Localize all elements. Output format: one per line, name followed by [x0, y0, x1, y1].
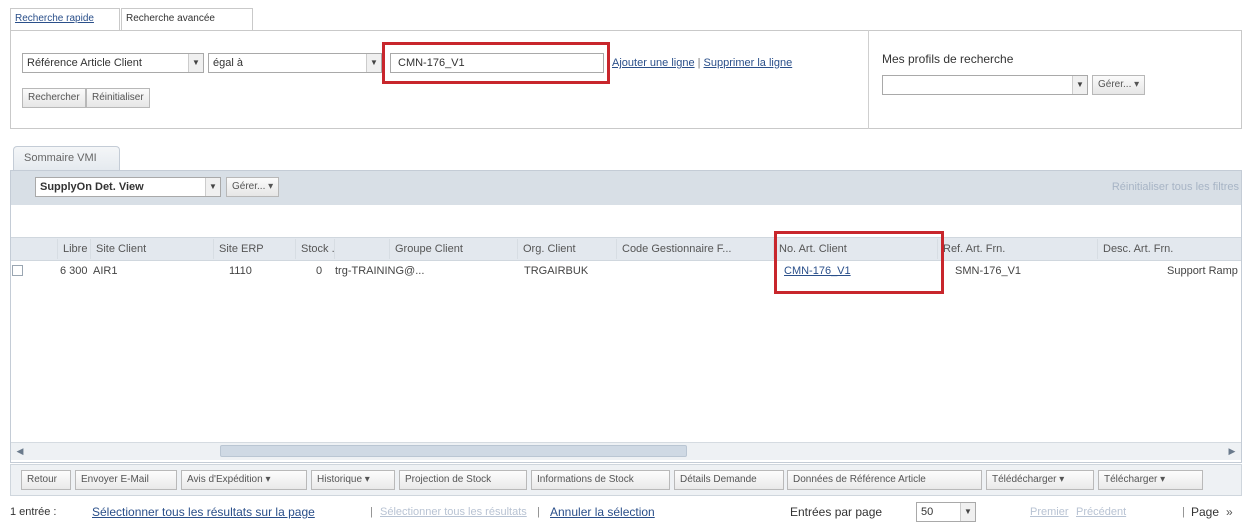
- cancel-selection-link[interactable]: Annuler la sélection: [550, 499, 655, 525]
- separator: |: [537, 506, 540, 518]
- footer-bar: 1 entrée : Sélectionner tous les résulta…: [10, 499, 1242, 525]
- download-button[interactable]: Télédécharger ▾: [986, 470, 1094, 490]
- stock-projection-button[interactable]: Projection de Stock: [399, 470, 527, 490]
- per-page-value: 50: [921, 506, 934, 518]
- view-manage-button[interactable]: Gérer... ▾: [226, 177, 280, 197]
- send-email-label: Envoyer E-Mail: [81, 474, 149, 485]
- view-manage-label: Gérer...: [232, 181, 266, 192]
- tab-quick-search[interactable]: Recherche rapide: [10, 8, 120, 30]
- separator: |: [370, 506, 373, 518]
- search-field-value: Référence Article Client: [27, 57, 142, 69]
- shipping-notice-label: Avis d'Expédition: [187, 474, 263, 485]
- back-button[interactable]: Retour: [21, 470, 71, 490]
- scrollbar-thumb[interactable]: [220, 445, 687, 457]
- col-header-stock[interactable]: Stock ...: [295, 239, 334, 259]
- download-label: Télédécharger: [992, 474, 1057, 485]
- chevron-down-icon[interactable]: ▼: [205, 178, 220, 196]
- highlight-no-art-client: [774, 231, 944, 294]
- col-header-code-gestionnaire[interactable]: Code Gestionnaire F...: [616, 239, 773, 259]
- tab-advanced-search-label: Recherche avancée: [126, 13, 215, 24]
- cell-site-client: AIR1: [93, 265, 118, 277]
- result-count: 1 entrée :: [10, 506, 57, 518]
- per-page-select[interactable]: 50 ▼: [916, 502, 976, 522]
- chevron-down-icon: ▾: [1157, 474, 1166, 485]
- page-label: Page: [1191, 505, 1220, 519]
- per-page-label: Entrées par page: [790, 505, 883, 519]
- upload-label: Télécharger: [1104, 474, 1158, 485]
- tab-quick-search-label[interactable]: Recherche rapide: [15, 13, 94, 24]
- stock-col-separator: [334, 239, 335, 259]
- search-field-select[interactable]: Référence Article Client ▼: [22, 53, 204, 73]
- reset-button[interactable]: Réinitialiser: [86, 88, 150, 108]
- col-header-libre[interactable]: Libre: [57, 239, 90, 259]
- first-page-link[interactable]: Premier: [1030, 499, 1069, 525]
- reset-filters-link[interactable]: Réinitialiser tous les filtres: [1112, 181, 1239, 193]
- col-header-org-client[interactable]: Org. Client: [517, 239, 616, 259]
- chevron-down-icon[interactable]: ▼: [366, 54, 381, 72]
- stock-projection-label: Projection de Stock: [405, 474, 492, 485]
- line-actions: Ajouter une ligne | Supprimer la ligne: [612, 55, 792, 71]
- remove-line-link[interactable]: Supprimer la ligne: [704, 57, 793, 69]
- upload-button[interactable]: Télécharger ▾: [1098, 470, 1203, 490]
- history-label: Historique: [317, 474, 363, 485]
- add-line-link[interactable]: Ajouter une ligne: [612, 57, 695, 69]
- highlight-search-value: [382, 42, 610, 84]
- cell-groupe-client: trg-TRAINING@...: [335, 265, 425, 277]
- scroll-right-icon[interactable]: ▶: [1224, 444, 1240, 458]
- send-email-button[interactable]: Envoyer E-Mail: [75, 470, 177, 490]
- chevron-down-icon[interactable]: ▼: [188, 54, 203, 72]
- search-operator-value: égal à: [213, 57, 243, 69]
- grid-tab-label: Sommaire VMI: [24, 152, 97, 164]
- select-all-results-link[interactable]: Sélectionner tous les résultats: [380, 499, 527, 525]
- profiles-select[interactable]: ▼: [882, 75, 1088, 95]
- chevron-down-icon: ▾: [262, 474, 271, 485]
- article-reference-data-button[interactable]: Données de Référence Article: [787, 470, 982, 490]
- col-header-groupe-client[interactable]: Groupe Client: [389, 239, 517, 259]
- chevron-down-icon: ▾: [1056, 474, 1065, 485]
- cell-desc-art-frn: Support Ramp: [1167, 265, 1238, 277]
- chevron-down-icon: ▾: [362, 474, 370, 485]
- grid-tab[interactable]: Sommaire VMI: [13, 146, 120, 170]
- next-page-link[interactable]: »: [1226, 499, 1233, 525]
- back-label: Retour: [27, 474, 58, 485]
- profiles-manage-button[interactable]: Gérer... ▾: [1092, 75, 1146, 95]
- col-header-desc-art-frn[interactable]: Desc. Art. Frn.: [1097, 239, 1241, 259]
- previous-page-link[interactable]: Précédent: [1076, 499, 1126, 525]
- cell-code-gestionnaire: [616, 261, 766, 281]
- search-button[interactable]: Rechercher: [22, 88, 86, 108]
- col-header-site-erp[interactable]: Site ERP: [213, 239, 295, 259]
- scroll-left-icon[interactable]: ◀: [12, 444, 28, 458]
- profiles-title: Mes profils de recherche: [882, 52, 1014, 66]
- col-header-site-client[interactable]: Site Client: [90, 239, 213, 259]
- chevron-down-icon[interactable]: ▼: [960, 503, 975, 521]
- stock-info-label: Informations de Stock: [537, 474, 634, 485]
- view-select[interactable]: SupplyOn Det. View ▼: [35, 177, 221, 197]
- demand-details-label: Détails Demande: [680, 474, 757, 485]
- grid-container: [10, 170, 1242, 463]
- separator: |: [697, 57, 701, 69]
- cell-org-client: TRGAIRBUK: [524, 265, 589, 277]
- separator: |: [1182, 506, 1185, 518]
- article-reference-data-label: Données de Référence Article: [793, 474, 926, 485]
- tab-advanced-search[interactable]: Recherche avancée: [121, 8, 253, 30]
- select-page-results-link[interactable]: Sélectionner tous les résultats sur la p…: [92, 499, 315, 525]
- panel-divider: [868, 30, 869, 129]
- col-header-ref-art-frn[interactable]: Ref. Art. Frn.: [937, 239, 1097, 259]
- profiles-manage-label: Gérer...: [1098, 79, 1132, 90]
- view-value: SupplyOn Det. View: [40, 181, 144, 193]
- chevron-down-icon[interactable]: ▼: [1072, 76, 1087, 94]
- stock-info-button[interactable]: Informations de Stock: [531, 470, 670, 490]
- cell-ref-art-frn: SMN-176_V1: [955, 265, 1022, 277]
- search-operator-select[interactable]: égal à ▼: [208, 53, 382, 73]
- cell-site-erp: 1110: [229, 265, 252, 277]
- history-button[interactable]: Historique ▾: [311, 470, 395, 490]
- demand-details-button[interactable]: Détails Demande: [674, 470, 784, 490]
- checkbox-icon[interactable]: [12, 265, 23, 276]
- shipping-notice-button[interactable]: Avis d'Expédition ▾: [181, 470, 307, 490]
